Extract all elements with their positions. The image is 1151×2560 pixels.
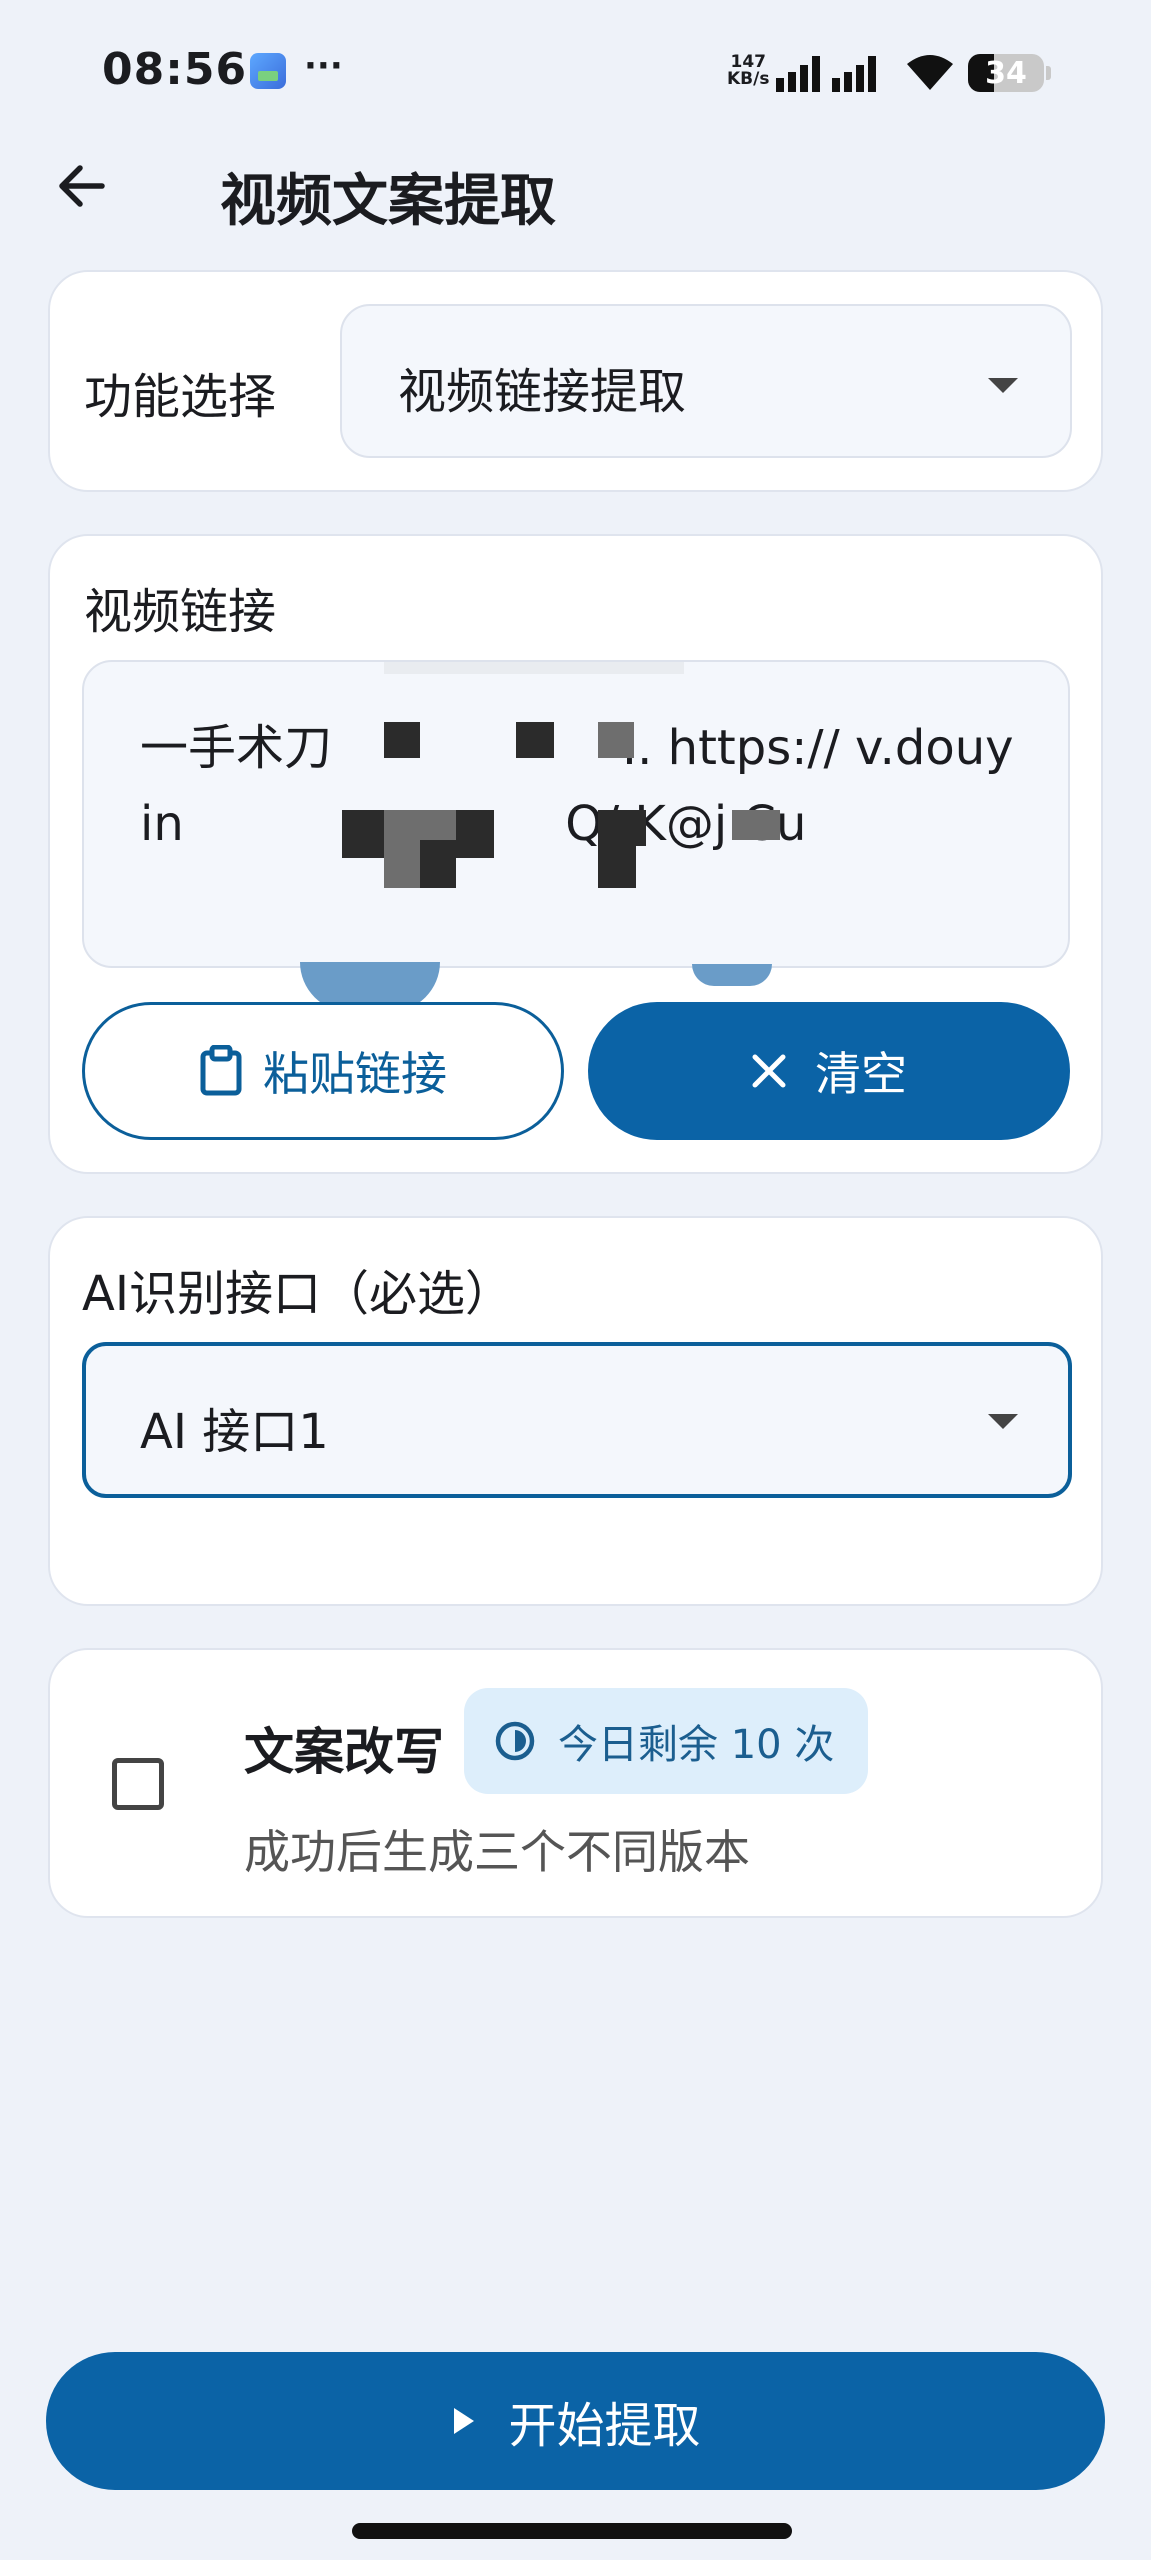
ai-interface-value: AI 接口1	[140, 1404, 329, 1460]
gallery-app-icon	[250, 53, 286, 89]
status-time: 08:56	[102, 44, 248, 95]
clear-button[interactable]: 清空	[588, 1002, 1070, 1140]
close-icon	[752, 1054, 786, 1088]
redaction-blob	[692, 964, 772, 986]
home-indicator[interactable]	[352, 2523, 792, 2539]
rewrite-checkbox[interactable]	[112, 1758, 164, 1810]
function-select-value: 视频链接提取	[398, 364, 687, 420]
link-card: 视频链接 一手术刀 .. https:// v.douyin Q/ K@j.Cu	[48, 534, 1103, 1174]
link-input-value: 一手术刀 .. https:// v.douyin Q/ K@j.Cu	[140, 720, 1014, 852]
wifi-icon	[907, 55, 953, 90]
battery-level: 34	[985, 56, 1027, 91]
clear-label: 清空	[815, 1047, 907, 1101]
function-select[interactable]: 视频链接提取	[340, 304, 1072, 458]
back-button[interactable]	[46, 150, 118, 222]
signal-icon	[776, 56, 876, 92]
play-icon	[454, 2408, 475, 2434]
rewrite-subtitle: 成功后生成三个不同版本	[244, 1825, 750, 1879]
paste-link-button[interactable]: 粘贴链接	[82, 1002, 564, 1140]
start-extract-button[interactable]: 开始提取	[46, 2352, 1105, 2490]
battery-icon: 34	[968, 54, 1044, 92]
dropdown-caret-icon	[988, 378, 1018, 393]
ai-interface-card: AI识别接口（必选） AI 接口1	[48, 1216, 1103, 1606]
remaining-badge: 今日剩余 10 次	[464, 1688, 868, 1794]
network-speed: 147 KB/s	[727, 54, 769, 88]
battery-tip	[1046, 66, 1051, 80]
network-speed-unit: KB/s	[727, 69, 770, 89]
function-card: 功能选择 视频链接提取	[48, 270, 1103, 492]
ai-interface-select[interactable]: AI 接口1	[82, 1342, 1072, 1498]
remaining-badge-label: 今日剩余 10 次	[558, 1722, 835, 1768]
function-label: 功能选择	[84, 369, 277, 425]
arrow-left-icon	[59, 165, 105, 207]
paste-link-label: 粘贴链接	[263, 1047, 447, 1101]
page-title: 视频文案提取	[220, 169, 556, 234]
ai-interface-label: AI识别接口（必选）	[82, 1266, 513, 1322]
rewrite-title: 文案改写	[244, 1723, 444, 1781]
timer-icon	[495, 1721, 535, 1761]
clipboard-icon	[200, 1045, 242, 1096]
link-input[interactable]: 一手术刀 .. https:// v.douyin Q/ K@j.Cu	[82, 660, 1070, 968]
rewrite-card: 文案改写 今日剩余 10 次 成功后生成三个不同版本	[48, 1648, 1103, 1918]
start-extract-label: 开始提取	[508, 2398, 701, 2454]
link-label: 视频链接	[84, 584, 277, 640]
dropdown-caret-icon	[988, 1414, 1018, 1429]
more-notifications-icon: ···	[304, 46, 343, 86]
